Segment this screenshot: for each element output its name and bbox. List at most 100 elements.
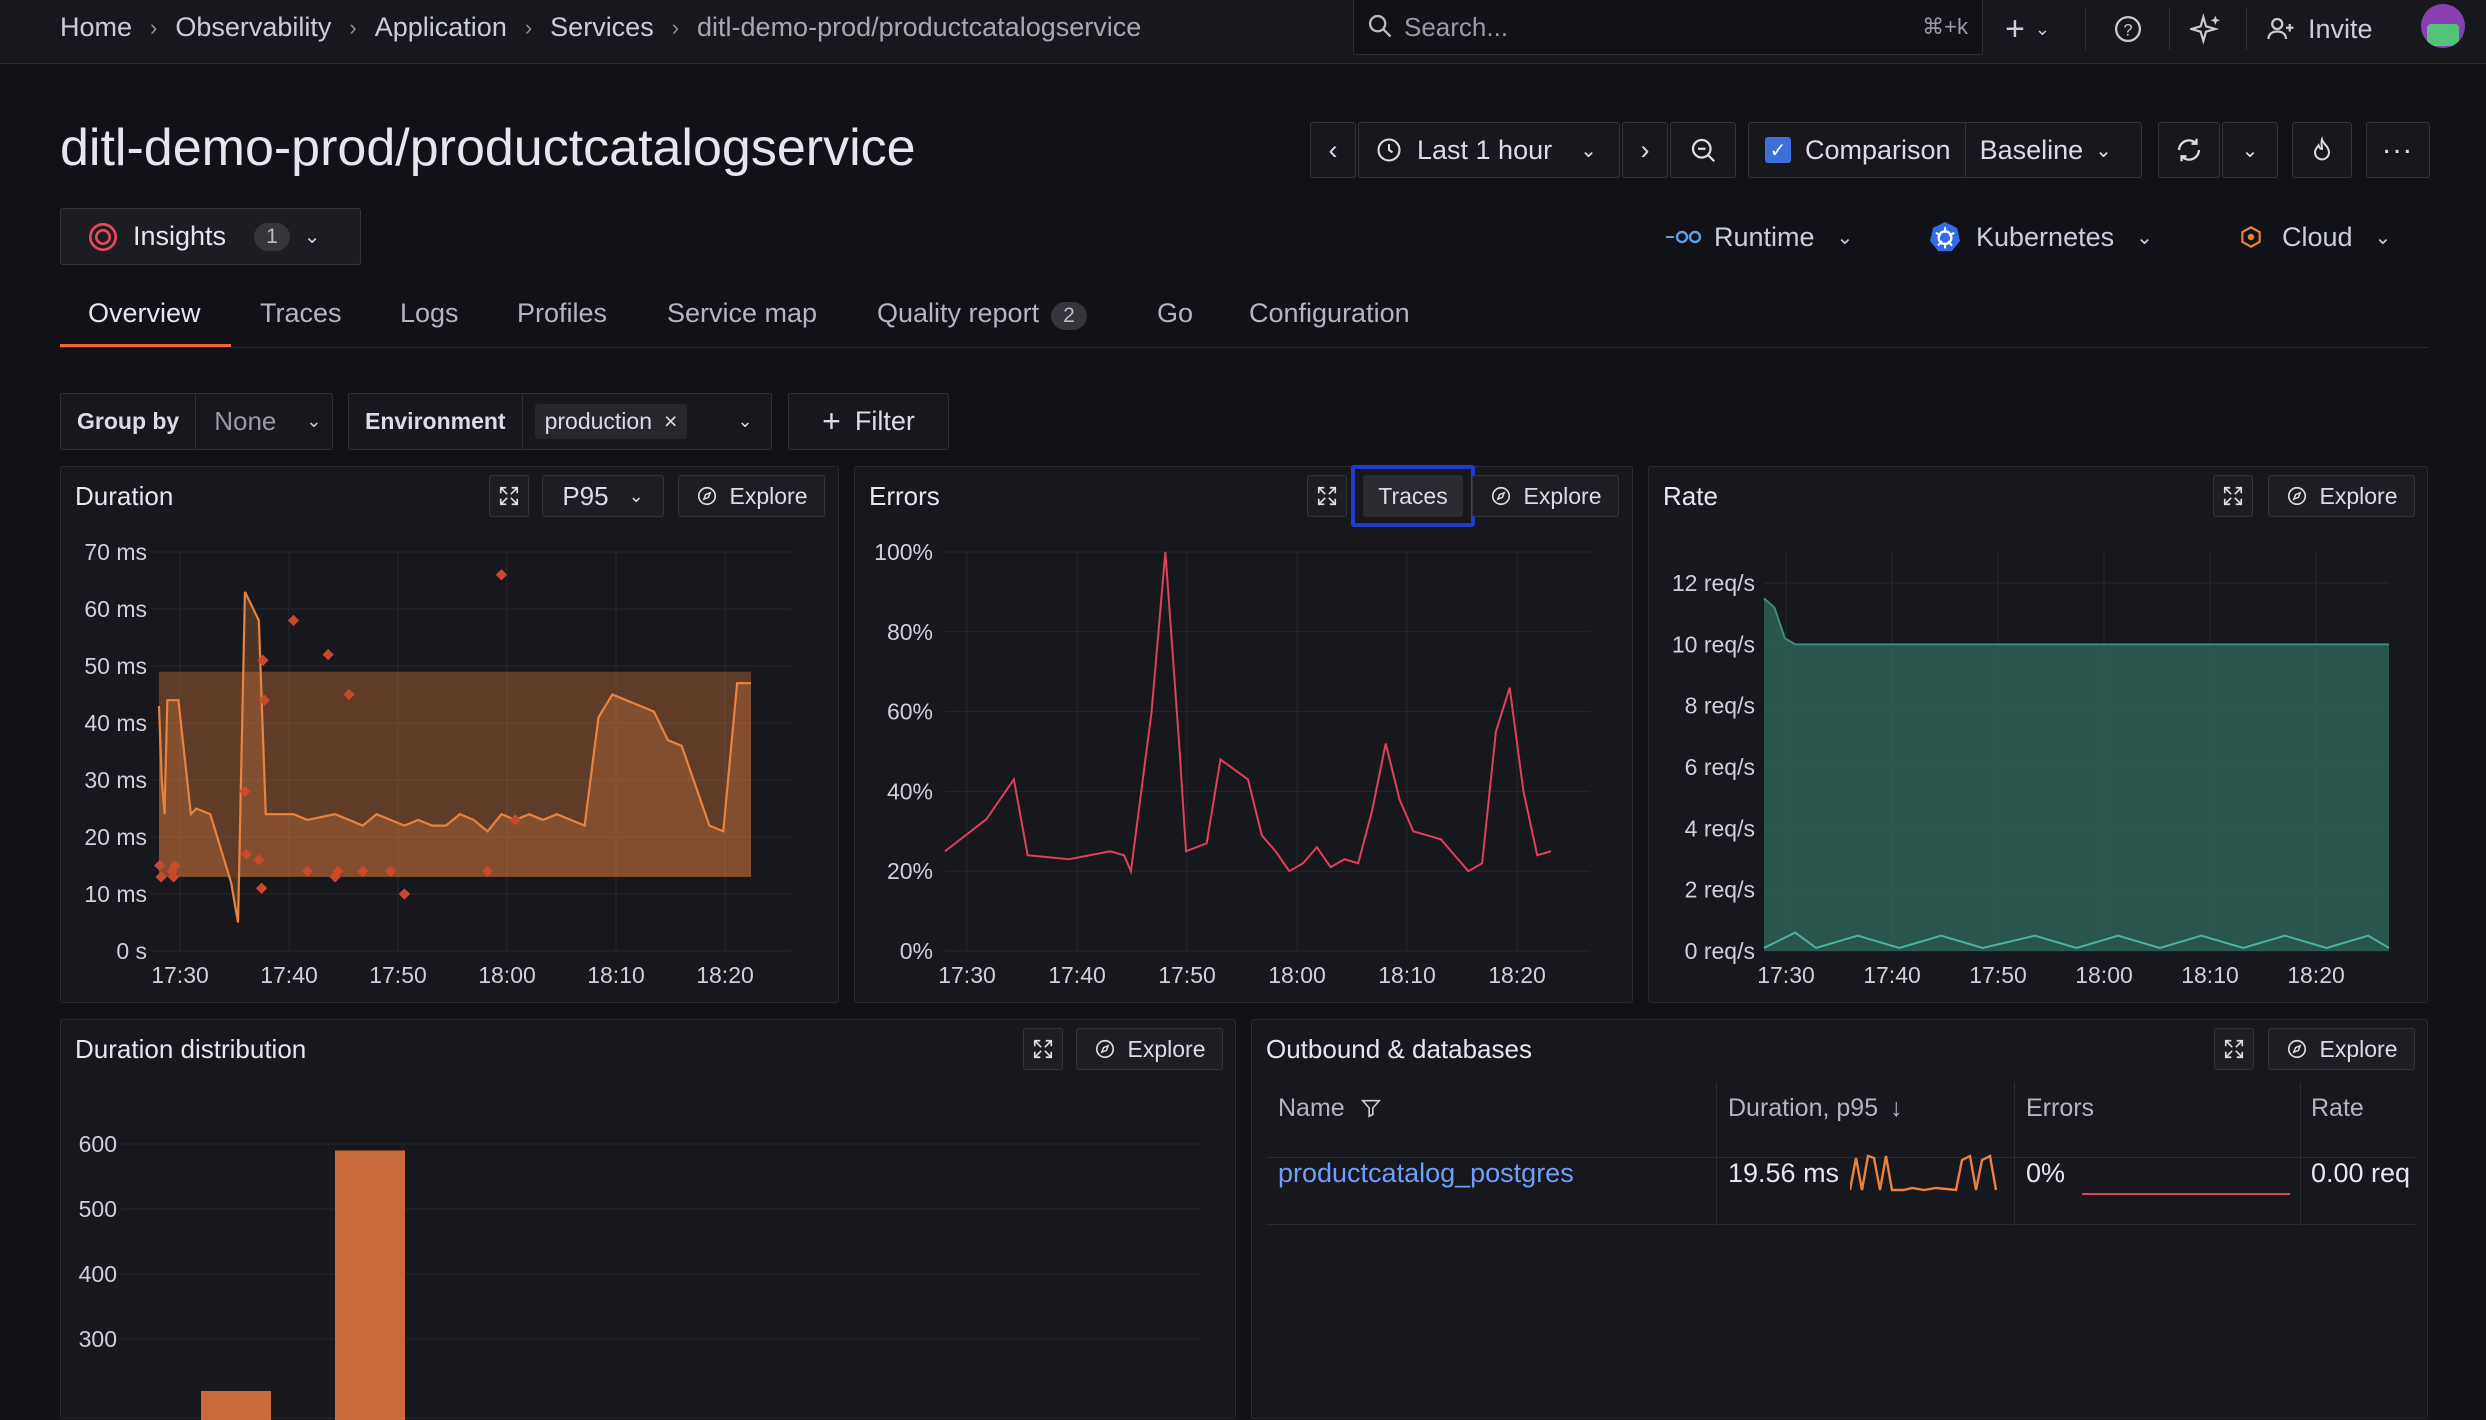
insights-count-badge: 1	[254, 223, 290, 251]
search-shortcut: ⌘+k	[1922, 14, 1968, 40]
chevron-down-icon: ⌄	[304, 224, 321, 249]
filter-icon[interactable]	[1360, 1097, 1382, 1119]
comparison-checkbox[interactable]: ✓	[1765, 137, 1791, 163]
top-bar: Home › Observability › Application › Servic…	[0, 0, 2486, 64]
time-back-button[interactable]: ‹	[1310, 122, 1356, 178]
assistant-button[interactable]	[2190, 10, 2222, 48]
breadcrumb-home[interactable]: Home	[60, 12, 132, 43]
explore-button[interactable]: Explore	[2268, 1028, 2415, 1070]
avatar[interactable]	[2421, 4, 2465, 48]
profiles-button[interactable]	[2292, 122, 2352, 178]
breadcrumb-services[interactable]: Services	[550, 12, 654, 43]
active-tab-indicator	[60, 344, 231, 347]
expand-button[interactable]	[2214, 1028, 2254, 1070]
chevron-right-icon: ›	[672, 15, 679, 41]
outbound-duration: 19.56 ms	[1728, 1158, 1839, 1189]
rate-y-tick: 2 req/s	[1685, 877, 1755, 903]
zoom-out-button[interactable]	[1670, 122, 1736, 178]
distribution-chart: 300400500600	[61, 1020, 1237, 1420]
outlier-point	[399, 888, 410, 899]
column-header-rate[interactable]: Rate	[2311, 1094, 2364, 1123]
duration-y-tick: 20 ms	[84, 824, 147, 850]
add-filter-label: Filter	[855, 406, 915, 437]
chevron-down-icon[interactable]: ⌄	[737, 411, 752, 432]
rate-area	[1764, 598, 2389, 951]
rate-x-tick: 17:50	[1969, 962, 2027, 988]
time-range-label: Last 1 hour	[1417, 135, 1552, 166]
errors-chart: 0%20%40%60%80%100%17:3017:4017:5018:0018…	[855, 467, 1634, 1004]
close-icon[interactable]: ×	[664, 408, 677, 435]
sparkle-icon	[2190, 13, 2222, 45]
insights-button[interactable]: Insights 1 ⌄	[60, 208, 361, 265]
chevron-down-icon: ⌄	[2095, 138, 2112, 163]
group-by-control: Group by None⌄	[60, 393, 333, 450]
breadcrumb-current: ditl-demo-prod/productcatalogservice	[697, 12, 1141, 43]
outbound-name-link[interactable]: productcatalog_postgres	[1278, 1158, 1574, 1189]
histogram-bar	[201, 1391, 271, 1420]
breadcrumb: Home › Observability › Application › Servic…	[60, 12, 1141, 43]
baseline-select[interactable]: Baseline⌄	[1980, 135, 2112, 166]
time-forward-button[interactable]: ›	[1622, 122, 1668, 178]
runtime-dropdown[interactable]: Runtime ⌄	[1666, 218, 1853, 256]
duration-y-tick: 10 ms	[84, 881, 147, 907]
tab-go[interactable]: Go	[1157, 298, 1193, 329]
chevron-down-icon: ⌄	[2136, 225, 2153, 250]
group-by-label: Group by	[61, 394, 196, 449]
tab-configuration[interactable]: Configuration	[1249, 298, 1410, 329]
breadcrumb-application[interactable]: Application	[375, 12, 507, 43]
tab-quality-report[interactable]: Quality report2	[877, 298, 1087, 330]
duration-panel: Duration P95⌄ Explore 0 s10 ms20 ms30 ms…	[60, 466, 839, 1003]
invite-button[interactable]: Invite	[2266, 10, 2373, 48]
refresh-interval-button[interactable]: ⌄	[2222, 122, 2278, 178]
column-header-errors[interactable]: Errors	[2026, 1094, 2094, 1123]
tab-profiles[interactable]: Profiles	[517, 298, 607, 329]
outbound-errors: 0%	[2026, 1158, 2065, 1189]
errors-x-tick: 17:40	[1048, 962, 1106, 988]
errors-y-tick: 100%	[874, 539, 933, 565]
kubernetes-label: Kubernetes	[1976, 222, 2114, 253]
refresh-button[interactable]	[2158, 122, 2220, 178]
errors-y-tick: 80%	[887, 619, 933, 645]
cloud-dropdown[interactable]: Cloud ⌄	[2238, 218, 2391, 256]
rate-y-tick: 8 req/s	[1685, 693, 1755, 719]
tab-traces[interactable]: Traces	[260, 298, 342, 329]
search-input[interactable]: Search... ⌘+k	[1353, 0, 1983, 55]
help-button[interactable]: ?	[2113, 10, 2143, 48]
duration-y-tick: 30 ms	[84, 767, 147, 793]
divider	[2246, 8, 2247, 50]
group-by-select[interactable]: None⌄	[196, 406, 321, 437]
column-header-name[interactable]: Name	[1278, 1094, 1382, 1123]
chevron-right-icon: ›	[1641, 135, 1650, 166]
duration-x-tick: 18:20	[696, 962, 754, 988]
time-picker[interactable]: Last 1 hour ⌄	[1358, 122, 1620, 178]
divider	[1965, 123, 1966, 177]
outbound-title: Outbound & databases	[1266, 1034, 1532, 1065]
search-placeholder: Search...	[1404, 12, 1508, 43]
environment-filter: Environment production× ⌄	[348, 393, 772, 450]
chevron-right-icon: ›	[349, 15, 356, 41]
tab-logs[interactable]: Logs	[400, 298, 459, 329]
tab-quality-report-label: Quality report	[877, 298, 1039, 328]
runtime-label: Runtime	[1714, 222, 1815, 253]
comparison-label[interactable]: Comparison	[1805, 135, 1951, 166]
duration-y-tick: 0 s	[116, 938, 147, 964]
kubernetes-dropdown[interactable]: Kubernetes ⌄	[1928, 218, 2153, 256]
chevron-down-icon: ⌄	[306, 411, 321, 432]
column-header-duration[interactable]: Duration, p95↓	[1728, 1094, 1903, 1123]
rate-x-tick: 18:00	[2075, 962, 2133, 988]
duration-chart: 0 s10 ms20 ms30 ms40 ms50 ms60 ms70 ms17…	[61, 467, 840, 1004]
zoom-out-icon	[1688, 135, 1718, 165]
tab-overview[interactable]: Overview	[88, 298, 201, 329]
add-filter-button[interactable]: +Filter	[788, 393, 949, 450]
breadcrumb-observability[interactable]: Observability	[175, 12, 331, 43]
cloud-label: Cloud	[2282, 222, 2353, 253]
tab-service-map[interactable]: Service map	[667, 298, 817, 329]
insights-icon	[87, 221, 119, 253]
chevron-right-icon: ›	[150, 15, 157, 41]
more-options-button[interactable]: ...	[2366, 122, 2430, 178]
chevron-down-icon: ⌄	[1837, 225, 1854, 250]
distribution-y-tick: 500	[79, 1196, 117, 1222]
add-menu-button[interactable]: +⌄	[2005, 10, 2050, 48]
search-icon	[1366, 12, 1394, 40]
svg-text:?: ?	[2123, 21, 2132, 39]
